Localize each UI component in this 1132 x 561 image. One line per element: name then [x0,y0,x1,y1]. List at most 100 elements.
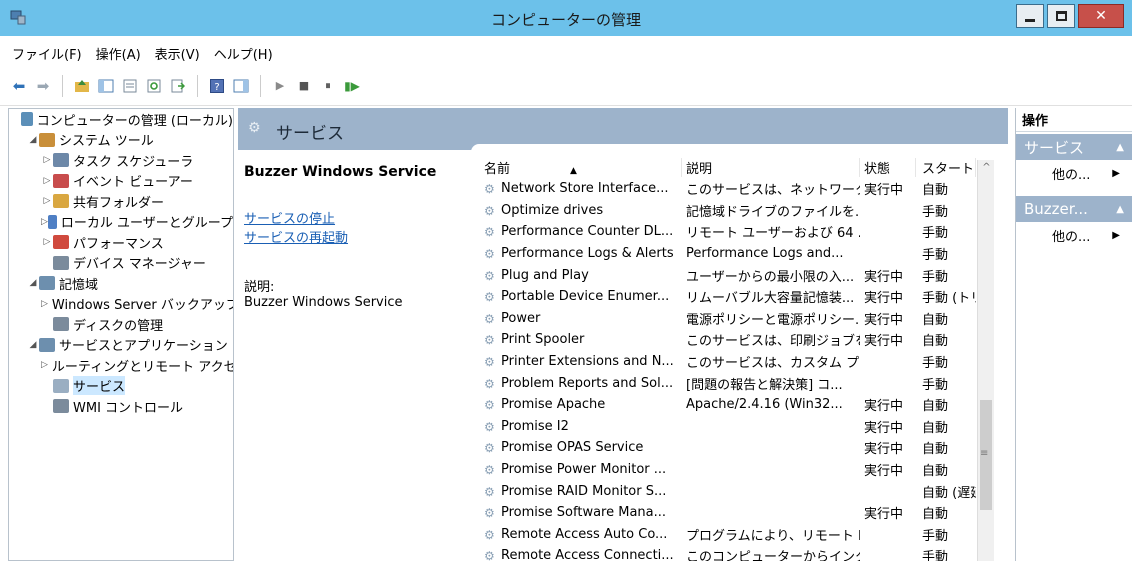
column-header-startup[interactable]: スタートアップ [916,157,976,177]
service-status-cell: 実行中 [864,312,904,328]
column-header-description[interactable]: 説明 [682,157,860,177]
table-row[interactable]: ⚙ Plug and Play ユーザーからの最小限の入... 実行中 手動 [478,264,1008,286]
table-row[interactable]: ⚙ Performance Logs & Alerts Performance Lo… [478,243,1008,265]
restart-service-link[interactable]: サービスの再起動 [244,227,464,246]
more-actions-buzzer[interactable]: 他の... ▶ [1016,222,1132,248]
service-detail: Buzzer Windows Service サービスの停止 サービスの再起動 … [244,164,464,310]
menu-help[interactable]: ヘルプ(H) [214,44,273,63]
service-gear-icon: ⚙ [484,419,495,434]
vertical-scrollbar[interactable]: ^ ≡ [977,160,994,561]
service-startup-cell: 手動 [922,226,949,242]
table-row[interactable]: ⚙ Network Store Interface... このサービスは、ネットワー… [478,178,1008,200]
up-folder-button[interactable] [73,77,91,95]
maximize-button[interactable] [1047,4,1075,28]
more-actions-services[interactable]: 他の... ▶ [1016,160,1132,186]
table-row[interactable]: ⚙ Problem Reports and Sol... [問題の報告と解決策] コ… [478,372,1008,394]
collapsed-arrow-icon[interactable]: ▷ [41,176,53,186]
help-button[interactable]: ? [208,77,226,95]
service-description-cell: このコンピューターからインタ... [686,550,860,561]
tree-item-label: 共有フォルダー [73,195,165,211]
forward-arrow-icon: ➡ [36,76,50,95]
section-label: サービス [1024,138,1085,157]
table-row[interactable]: ⚙ Promise Apache Apache/2.4.16 (Win32... 実行… [478,394,1008,416]
table-row[interactable]: ⚙ Promise I2 実行中 自動 [478,416,1008,438]
minimize-button[interactable] [1016,4,1044,28]
table-row[interactable]: ⚙ Optimize drives 記憶域ドライブのファイルを... 手動 [478,200,1008,222]
table-row[interactable]: ⚙ Print Spooler このサービスは、印刷ジョブを...実行中 自動 [478,329,1008,351]
table-row[interactable]: ⚙ Printer Extensions and N... このサービスは、カスタム… [478,351,1008,373]
tree-item[interactable]: ◢ 記憶域 [9,273,233,294]
tree-item[interactable]: デバイス マネージャー [9,253,233,274]
properties-button[interactable] [121,77,139,95]
service-startup-cell: 自動 [922,442,949,458]
collapsed-arrow-icon[interactable]: ▷ [41,217,48,227]
service-gear-icon: ⚙ [484,225,495,240]
refresh-button[interactable] [145,77,163,95]
start-service-button[interactable]: ▶ [271,77,289,95]
service-status-cell: 実行中 [864,399,904,415]
collapsed-arrow-icon[interactable]: ▷ [41,237,53,247]
table-row[interactable]: ⚙ Promise OPAS Service 実行中 自動 [478,437,1008,459]
restart-service-button[interactable]: ▮▶ [343,77,361,95]
column-name-label: 名前 [484,161,511,177]
tree-item[interactable]: ◢ サービスとアプリケーション [9,335,233,356]
menu-file[interactable]: ファイル(F) [12,44,82,63]
tree-item[interactable]: ▷ イベント ビューアー [9,171,233,192]
actions-section-buzzer[interactable]: Buzzer... ▲ [1016,196,1132,222]
table-row[interactable]: ⚙ Portable Device Enumer... リムーバブル大容量記憶装..… [478,286,1008,308]
tree-item[interactable]: WMI コントロール [9,396,233,417]
service-name-text: Promise Power Monitor ... [501,462,667,478]
expanded-arrow-icon[interactable]: ◢ [27,278,39,288]
collapsed-arrow-icon[interactable]: ▷ [41,299,48,309]
menu-view[interactable]: 表示(V) [155,44,200,63]
tree-item[interactable]: ▷ ルーティングとリモート アクセス [9,355,233,376]
extended-tab [471,144,1008,156]
tree-item[interactable]: ディスクの管理 [9,314,233,335]
table-row[interactable]: ⚙ Remote Access Connecti... このコンピューターからインタ… [478,545,1008,561]
service-name-cell: ⚙ Problem Reports and Sol... [478,376,682,391]
tree-item[interactable]: ▷ タスク スケジューラ [9,150,233,171]
service-status-cell: 実行中 [864,291,904,307]
expanded-arrow-icon[interactable]: ◢ [27,135,39,145]
tree-item[interactable]: ▷ パフォーマンス [9,232,233,253]
service-startup-cell: 手動 [922,377,949,393]
show-hide-tree-button[interactable] [97,77,115,95]
close-button[interactable]: ✕ [1078,4,1124,28]
tree-item[interactable]: ▷ 共有フォルダー [9,191,233,212]
tree-item[interactable]: ◢ システム ツール [9,130,233,151]
collapsed-arrow-icon[interactable]: ▷ [41,196,53,206]
up-folder-icon [75,79,89,92]
scroll-up-icon[interactable]: ^ [978,162,995,173]
forward-button[interactable]: ➡ [34,77,52,95]
tree-item[interactable]: ▷ ローカル ユーザーとグループ [9,212,233,233]
table-row[interactable]: ⚙ Promise RAID Monitor S... 自動 (遅延 [478,480,1008,502]
export-list-button[interactable] [169,77,187,95]
collapsed-arrow-icon[interactable]: ▷ [41,360,48,370]
collapsed-arrow-icon[interactable]: ▷ [41,155,53,165]
action-pane-button[interactable] [232,77,250,95]
section-label: Buzzer... [1024,200,1088,218]
back-button[interactable]: ⬅ [10,77,28,95]
stop-service-button[interactable]: ■ [295,77,313,95]
service-startup-cell: 手動 [922,528,949,544]
stop-service-link[interactable]: サービスの停止 [244,208,464,227]
export-icon [171,79,185,92]
actions-section-services[interactable]: サービス ▲ [1016,134,1132,160]
table-row[interactable]: ⚙ Promise Power Monitor ... 実行中 自動 [478,459,1008,481]
expanded-arrow-icon[interactable]: ◢ [27,340,39,350]
pause-service-button[interactable]: ⏸ [319,77,337,95]
column-header-name[interactable]: 名前 ▲ [478,157,682,177]
tree-item[interactable]: ▷ Windows Server バックアップ [9,294,233,315]
service-name-text: Plug and Play [501,267,589,283]
table-row[interactable]: ⚙ Performance Counter DL... リモート ユーザーおよび 6… [478,221,1008,243]
table-row[interactable]: ⚙ Remote Access Auto Co... プログラムにより、リモート D… [478,524,1008,546]
tree-item[interactable]: サービス [9,376,233,397]
menu-action[interactable]: 操作(A) [96,44,141,63]
column-header-status[interactable]: 状態 [860,157,916,177]
toolbar-separator [197,74,198,97]
tree-item[interactable]: コンピューターの管理 (ローカル) [9,109,233,130]
toolbar-separator [260,74,261,97]
table-row[interactable]: ⚙ Promise Software Mana... 実行中 自動 [478,502,1008,524]
tree-item-label: ディスクの管理 [73,318,164,334]
table-row[interactable]: ⚙ Power 電源ポリシーと電源ポリシー... 実行中 自動 [478,308,1008,330]
